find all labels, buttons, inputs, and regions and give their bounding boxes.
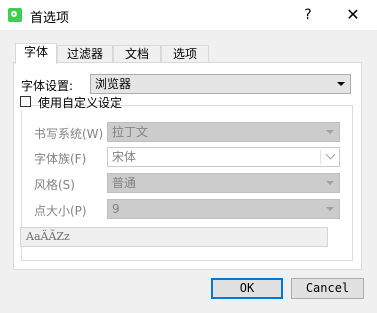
dialog-body: 字体 过滤器 文档 选项 字体设置: 浏览器 使用自定义设定 书写系统(W) 拉… <box>0 30 377 313</box>
font-settings-dropdown[interactable]: 浏览器 <box>90 74 351 94</box>
font-settings-label: 字体设置: <box>21 79 74 93</box>
close-button[interactable]: ✕ <box>340 4 366 26</box>
writing-system-label: 书写系统(W) <box>34 127 104 141</box>
font-settings-value: 浏览器 <box>95 77 132 91</box>
style-dropdown[interactable]: 普通 <box>107 173 340 193</box>
chevron-down-icon <box>326 130 334 134</box>
custom-settings-checkbox-label: 使用自定义设定 <box>38 96 123 110</box>
style-label: 风格(S) <box>34 178 75 192</box>
tab-filters[interactable]: 过滤器 <box>57 45 113 63</box>
custom-settings-checkbox-row[interactable]: 使用自定义设定 <box>20 94 122 110</box>
custom-settings-checkbox[interactable] <box>20 96 31 107</box>
ok-button[interactable]: OK <box>211 278 283 299</box>
point-size-label: 点大小(P) <box>34 204 87 218</box>
cancel-button[interactable]: Cancel <box>291 278 364 299</box>
chevron-down-icon <box>325 149 336 160</box>
writing-system-value: 拉丁文 <box>112 125 149 139</box>
chevron-down-icon <box>337 82 345 86</box>
writing-system-dropdown[interactable]: 拉丁文 <box>107 122 340 142</box>
chevron-down-icon <box>326 181 334 185</box>
window-title: 首选项 <box>30 11 70 26</box>
combo-separator <box>320 150 321 164</box>
font-family-value: 宋体 <box>112 150 137 164</box>
point-size-value: 9 <box>112 202 120 216</box>
tab-options[interactable]: 选项 <box>161 45 209 63</box>
tab-documents[interactable]: 文档 <box>113 45 161 63</box>
help-button[interactable]: ? <box>297 4 319 26</box>
style-value: 普通 <box>112 176 137 190</box>
app-icon <box>8 8 22 22</box>
font-family-label: 字体族(F) <box>34 152 87 166</box>
point-size-dropdown[interactable]: 9 <box>107 199 340 219</box>
chevron-down-icon <box>326 207 334 211</box>
font-preview: AaÄÃZz <box>20 227 328 247</box>
tab-font[interactable]: 字体 <box>15 43 57 64</box>
font-family-combo[interactable]: 宋体 <box>107 147 340 167</box>
title-bar: 首选项 ? ✕ <box>0 0 377 30</box>
